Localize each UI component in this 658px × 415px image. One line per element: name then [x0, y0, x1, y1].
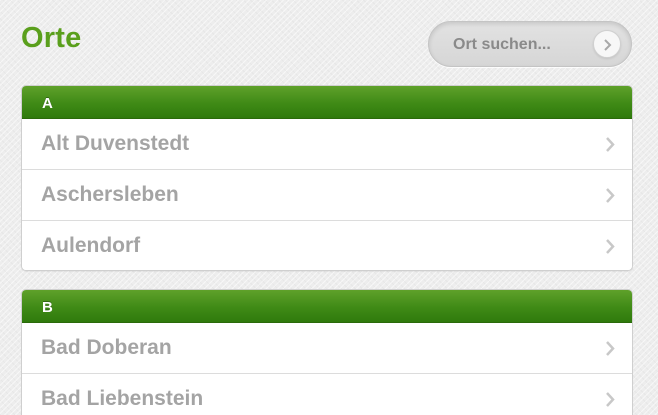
section-b: B Bad Doberan Bad Liebenstein [21, 289, 633, 415]
section-letter: A [42, 95, 53, 112]
section-a: A Alt Duvenstedt Aschersleben Aulendorf [21, 85, 633, 271]
list-item-label: Aschersleben [41, 183, 179, 206]
chevron-right-icon [606, 188, 615, 203]
chevron-right-icon [606, 392, 615, 407]
section-header-b: B [22, 290, 632, 323]
list-item-aulendorf[interactable]: Aulendorf [22, 221, 632, 270]
chevron-right-icon [606, 137, 615, 152]
search-button-label: Ort suchen... [453, 36, 551, 53]
list-item-alt-duvenstedt[interactable]: Alt Duvenstedt [22, 119, 632, 170]
page-title: Orte [21, 22, 82, 54]
chevron-right-icon [606, 239, 615, 254]
list-item-label: Aulendorf [41, 234, 141, 257]
list-item-label: Alt Duvenstedt [41, 132, 190, 155]
section-header-a: A [22, 86, 632, 119]
list-item-bad-liebenstein[interactable]: Bad Liebenstein [22, 374, 632, 415]
search-location-button[interactable]: Ort suchen... [428, 21, 632, 67]
list-item-bad-doberan[interactable]: Bad Doberan [22, 323, 632, 374]
list-item-label: Bad Liebenstein [41, 387, 204, 410]
list-item-label: Bad Doberan [41, 336, 172, 359]
list-item-aschersleben[interactable]: Aschersleben [22, 170, 632, 221]
search-arrow-icon [593, 30, 621, 58]
section-letter: B [42, 299, 53, 316]
chevron-right-icon [606, 341, 615, 356]
